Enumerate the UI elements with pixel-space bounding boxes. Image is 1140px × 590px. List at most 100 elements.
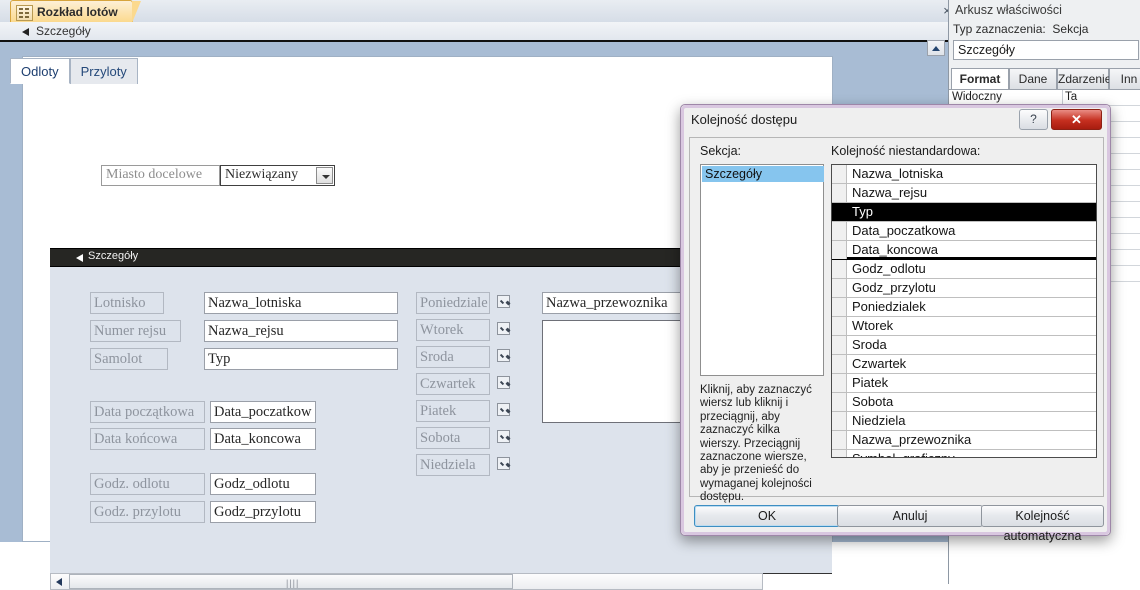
row-selector[interactable] [832, 374, 847, 392]
checkbox-wtorek[interactable] [497, 322, 510, 335]
checkbox-piatek[interactable] [497, 403, 510, 416]
close-icon[interactable]: ✕ [1051, 109, 1102, 130]
table-row[interactable]: Nazwa_przewoznika [832, 431, 1096, 450]
scrollbar-grip: |||| [286, 578, 300, 588]
checkbox-sobota[interactable] [497, 430, 510, 443]
table-row[interactable]: Godz_przylotu [832, 279, 1096, 298]
label-godz-przylotu[interactable]: Godz. przylotu [90, 501, 205, 523]
label-samolot[interactable]: Samolot [90, 348, 168, 370]
row-label: Typ [852, 204, 873, 219]
label-data-poczatkowa[interactable]: Data początkowa [90, 401, 205, 423]
label-niedziela[interactable]: Niedziela [416, 454, 490, 476]
row-label: Niedziela [852, 413, 906, 428]
label-wtorek[interactable]: Wtorek [416, 319, 490, 341]
table-row[interactable]: Poniedzialek [832, 298, 1096, 317]
table-row[interactable]: Piatek [832, 374, 1096, 393]
checkbox-poniedzialek[interactable] [497, 295, 510, 308]
scrollbar-thumb[interactable]: |||| [69, 574, 513, 589]
chevron-down-icon[interactable] [316, 167, 333, 184]
auto-order-button[interactable]: Kolejność automatyczna [981, 505, 1104, 543]
label-piatek[interactable]: Piatek [416, 400, 490, 422]
table-row[interactable]: Niedziela [832, 412, 1096, 431]
column-divider [1062, 90, 1063, 105]
textbox-godz-odlotu[interactable]: Godz_odlotu [210, 473, 316, 495]
tab-dane[interactable]: Dane [1009, 68, 1057, 90]
row-selector[interactable] [832, 317, 847, 335]
tab-przyloty[interactable]: Przyloty [69, 58, 138, 84]
horizontal-scrollbar[interactable]: |||| [50, 573, 763, 590]
table-row[interactable]: Symbol_graficzny [832, 450, 1096, 457]
cancel-button[interactable]: Anuluj [837, 505, 983, 527]
tab-order-dialog: Kolejność dostępu ? ✕ Sekcja: Kolejność … [680, 104, 1111, 543]
textbox-nazwa-lotniska[interactable]: Nazwa_lotniska [204, 292, 398, 314]
table-row[interactable]: Czwartek [832, 355, 1096, 374]
label-czwartek[interactable]: Czwartek [416, 373, 490, 395]
table-row[interactable]: Nazwa_lotniska [832, 165, 1096, 184]
control-tab-group: Odloty Przyloty [10, 58, 138, 84]
ok-button[interactable]: OK [694, 505, 840, 527]
row-selector[interactable] [832, 165, 847, 183]
tab-format[interactable]: Format [951, 68, 1009, 90]
selection-type-value: Sekcja [1052, 22, 1089, 36]
table-row[interactable]: Data_poczatkowa [832, 222, 1096, 241]
label-godz-odlotu[interactable]: Godz. odlotu [90, 473, 205, 495]
label-sroda[interactable]: Sroda [416, 346, 490, 368]
textbox-typ[interactable]: Typ [204, 348, 398, 370]
checkbox-sroda[interactable] [497, 349, 510, 362]
table-row[interactable]: Wtorek [832, 317, 1096, 336]
tab-odloty[interactable]: Odloty [10, 58, 70, 84]
label-data-koncowa[interactable]: Data końcowa [90, 428, 205, 450]
textbox-nazwa-rejsu[interactable]: Nazwa_rejsu [204, 320, 398, 342]
label-poniedzialek[interactable]: Poniedziale [416, 292, 490, 314]
combo-miasto-docelowe[interactable]: Niezwiązany [220, 165, 335, 186]
row-selector[interactable] [832, 431, 847, 449]
row-selector[interactable] [832, 450, 847, 457]
row-selector[interactable] [832, 260, 847, 278]
row-selector[interactable] [832, 279, 847, 297]
checkbox-niedziela[interactable] [497, 457, 510, 470]
row-selector[interactable] [832, 393, 847, 411]
row-selector[interactable] [832, 184, 847, 202]
triangle-right-icon [22, 28, 29, 36]
table-row[interactable]: Godz_odlotu [832, 260, 1096, 279]
table-row[interactable]: Sroda [832, 336, 1096, 355]
checkbox-czwartek[interactable] [497, 376, 510, 389]
textbox-nazwa-przewoznika[interactable]: Nazwa_przewoznika [542, 292, 682, 314]
label-numer-rejsu[interactable]: Numer rejsu [90, 320, 181, 342]
label-sobota[interactable]: Sobota [416, 427, 490, 449]
object-selector-combo[interactable]: Szczegóły [953, 40, 1139, 60]
label-lotnisko[interactable]: Lotnisko [90, 292, 164, 314]
help-icon[interactable]: ? [1019, 109, 1048, 130]
row-selector[interactable] [832, 203, 847, 221]
row-selector[interactable] [832, 222, 847, 240]
dialog-body: Sekcja: Kolejność niestandardowa: Szczeg… [689, 137, 1104, 503]
table-row-selected[interactable]: Typ [832, 203, 1096, 222]
document-tab-rozklad-lotow[interactable]: Rozkład lotów [10, 0, 141, 23]
textbox-data-poczatkowa[interactable]: Data_poczatkow [210, 401, 316, 423]
textbox-godz-przylotu[interactable]: Godz_przylotu [210, 501, 316, 523]
table-row[interactable]: Sobota [832, 393, 1096, 412]
row-selector[interactable] [832, 336, 847, 354]
section-header-bar: Szczegóły [0, 22, 965, 42]
section-listbox[interactable]: Szczegóły [700, 164, 824, 376]
row-label: Czwartek [852, 356, 907, 371]
list-item[interactable]: Szczegóły [702, 166, 824, 182]
label-miasto-docelowe[interactable]: Miasto docelowe [101, 165, 220, 186]
triangle-left-icon[interactable] [51, 574, 68, 589]
image-frame-symbol-graficzny[interactable] [542, 320, 681, 423]
row-label: Nazwa_przewoznika [852, 432, 972, 447]
custom-order-listbox[interactable]: Nazwa_lotniska Nazwa_rejsu Typ Data_pocz… [831, 164, 1097, 458]
textbox-data-koncowa[interactable]: Data_koncowa [210, 428, 316, 450]
table-row-drop-indicator[interactable]: Data_koncowa [832, 241, 1096, 260]
tab-inne[interactable]: Inn [1109, 68, 1140, 90]
table-row[interactable]: Nazwa_rejsu [832, 184, 1096, 203]
row-selector[interactable] [832, 241, 847, 259]
section-caption: Sekcja: [700, 144, 741, 158]
row-selector[interactable] [832, 412, 847, 430]
row-selector[interactable] [832, 298, 847, 316]
row-selector[interactable] [832, 355, 847, 373]
property-sheet-title: Arkusz właściwości [955, 3, 1062, 17]
triangle-up-icon[interactable] [927, 40, 945, 56]
property-value: Ta [1065, 91, 1078, 103]
tab-zdarzenie[interactable]: Zdarzenie [1057, 68, 1111, 90]
